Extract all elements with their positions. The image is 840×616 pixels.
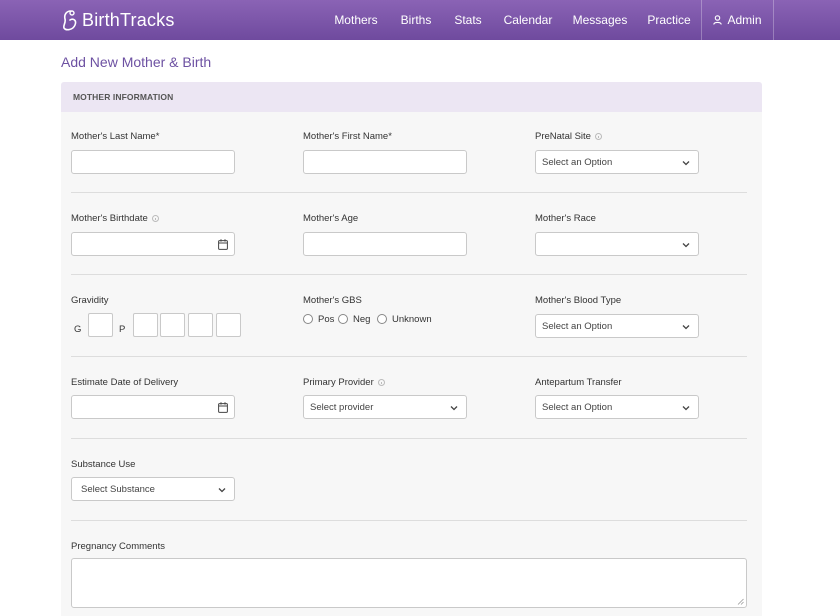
primary-provider-value: Select provider: [310, 401, 374, 413]
prenatal-site-label: PreNatal Site: [535, 131, 602, 142]
gbs-unknown-label: Unknown: [392, 314, 432, 325]
gravida-input[interactable]: [88, 313, 113, 337]
info-icon[interactable]: [151, 215, 159, 222]
edd-input[interactable]: [71, 395, 235, 419]
chevron-down-icon: [682, 161, 690, 166]
edd-label: Estimate Date of Delivery: [71, 377, 179, 388]
substance-use-select[interactable]: Select Substance: [71, 477, 235, 501]
birthdate-label: Mother's Birthdate: [71, 213, 159, 224]
chevron-down-icon: [682, 325, 690, 330]
nav-calendar[interactable]: Calendar: [500, 0, 556, 40]
nav-births[interactable]: Births: [396, 0, 436, 40]
section-title: MOTHER INFORMATION: [73, 92, 174, 102]
info-icon[interactable]: [594, 133, 602, 140]
blood-type-label: Mother's Blood Type: [535, 295, 622, 306]
para-prefix: P: [119, 324, 126, 335]
row-divider: [71, 438, 747, 439]
antepartum-transfer-value: Select an Option: [542, 401, 613, 413]
admin-menu[interactable]: Admin: [702, 0, 773, 40]
first-name-label: Mother's First Name*: [303, 131, 392, 142]
pregnancy-comments-textarea[interactable]: [71, 558, 747, 608]
row-divider: [71, 192, 747, 193]
chevron-down-icon: [450, 406, 458, 411]
substance-use-label: Substance Use: [71, 459, 136, 470]
substance-use-value: Select Substance: [81, 483, 155, 495]
age-input[interactable]: [303, 232, 467, 256]
row-divider: [71, 356, 747, 357]
gbs-neg-radio[interactable]: [338, 314, 348, 324]
admin-label: Admin: [727, 13, 762, 27]
chevron-down-icon: [682, 243, 690, 248]
birthdate-input[interactable]: [71, 232, 235, 256]
calendar-icon[interactable]: [218, 239, 228, 250]
nav-divider: [773, 0, 774, 40]
nav-practice[interactable]: Practice: [644, 0, 694, 40]
chevron-down-icon: [218, 488, 226, 493]
age-label: Mother's Age: [303, 213, 359, 224]
primary-provider-select[interactable]: Select provider: [303, 395, 467, 419]
info-icon[interactable]: [377, 379, 385, 386]
gbs-label: Mother's GBS: [303, 295, 362, 306]
para-preterm-input[interactable]: [160, 313, 185, 337]
para-term-input[interactable]: [133, 313, 158, 337]
antepartum-transfer-label: Antepartum Transfer: [535, 377, 622, 388]
resize-handle-icon[interactable]: [737, 598, 744, 605]
row-divider: [71, 520, 747, 521]
gbs-neg-label: Neg: [353, 314, 371, 325]
chevron-down-icon: [682, 406, 690, 411]
gravidity-label: Gravidity: [71, 295, 109, 306]
para-abortion-input[interactable]: [188, 313, 213, 337]
gravida-prefix: G: [74, 324, 82, 335]
brand-logo[interactable]: BirthTracks: [61, 8, 175, 32]
para-living-input[interactable]: [216, 313, 241, 337]
primary-provider-label: Primary Provider: [303, 377, 385, 388]
brand-name: BirthTracks: [82, 9, 175, 30]
prenatal-site-select[interactable]: Select an Option: [535, 150, 699, 174]
top-navigation-bar: BirthTracks Mothers Births Stats Calenda…: [0, 0, 840, 40]
race-label: Mother's Race: [535, 213, 596, 224]
race-select[interactable]: [535, 232, 699, 256]
nav-messages[interactable]: Messages: [570, 0, 630, 40]
last-name-label: Mother's Last Name*: [71, 131, 160, 142]
last-name-input[interactable]: [71, 150, 235, 174]
calendar-icon[interactable]: [218, 402, 228, 413]
first-name-input[interactable]: [303, 150, 467, 174]
page-title: Add New Mother & Birth: [61, 54, 212, 70]
blood-type-value: Select an Option: [542, 320, 613, 332]
row-divider: [71, 274, 747, 275]
section-header: MOTHER INFORMATION: [61, 82, 762, 112]
blood-type-select[interactable]: Select an Option: [535, 314, 699, 338]
gbs-pos-radio[interactable]: [303, 314, 313, 324]
user-icon: [713, 15, 723, 25]
mother-information-form: MOTHER INFORMATION Mother's Last Name* M…: [61, 82, 762, 616]
birthtracks-logo-icon: [62, 10, 77, 31]
nav-mothers[interactable]: Mothers: [330, 0, 382, 40]
nav-stats[interactable]: Stats: [450, 0, 486, 40]
antepartum-transfer-select[interactable]: Select an Option: [535, 395, 699, 419]
gbs-pos-label: Pos: [318, 314, 335, 325]
prenatal-site-value: Select an Option: [542, 156, 613, 168]
gbs-unknown-radio[interactable]: [377, 314, 387, 324]
pregnancy-comments-label: Pregnancy Comments: [71, 541, 165, 552]
